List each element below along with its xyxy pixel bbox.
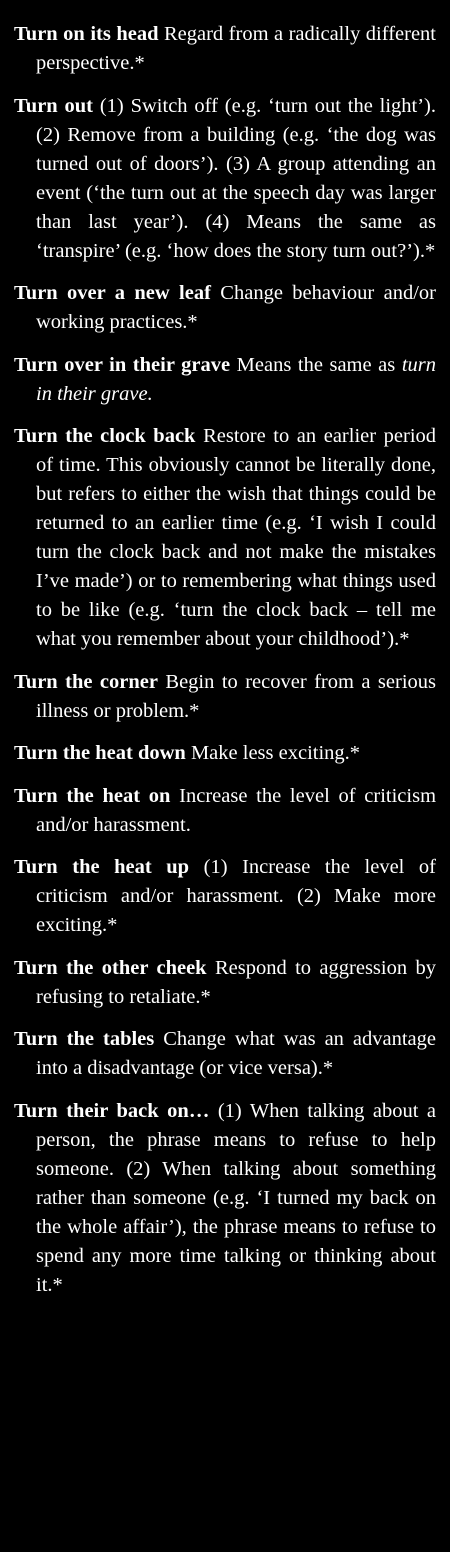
entry-term: Turn the heat down bbox=[14, 742, 186, 764]
entry-term: Turn the heat up bbox=[14, 856, 190, 878]
glossary-entry-turn-on-its-head: Turn on its head Regard from a radically… bbox=[14, 20, 436, 78]
entry-term: Turn over a new leaf bbox=[14, 282, 211, 304]
entry-definition: Make less exciting.* bbox=[190, 742, 361, 764]
glossary-entry-turn-the-tables: Turn the tables Change what was an advan… bbox=[14, 1025, 436, 1083]
entry-term: Turn the other cheek bbox=[14, 956, 207, 979]
entry-definition: (1) Switch off (e.g. ‘turn out the light… bbox=[36, 94, 437, 262]
glossary-entry-turn-the-corner: Turn the corner Begin to recover from a … bbox=[14, 668, 436, 726]
entry-term: Turn over in their grave bbox=[14, 353, 231, 376]
glossary-page: Turn on its head Regard from a radically… bbox=[14, 20, 436, 1313]
glossary-entry-turn-the-heat-up: Turn the heat up (1) Increase the level … bbox=[14, 853, 436, 940]
entry-term: Turn the tables bbox=[14, 1028, 155, 1050]
glossary-entry-turn-the-clock-back: Turn the clock back Restore to an earlie… bbox=[14, 422, 436, 654]
glossary-entry-turn-their-back-on: Turn their back on… (1) When talking abo… bbox=[14, 1097, 436, 1300]
entry-definition: Restore to an earlier period of time. Th… bbox=[36, 425, 437, 650]
entry-term: Turn out bbox=[14, 94, 94, 117]
entry-term: Turn on its head bbox=[14, 23, 159, 45]
glossary-entry-turn-over-a-new-leaf: Turn over a new leaf Change behaviour an… bbox=[14, 279, 436, 337]
entry-term: Turn the clock back bbox=[14, 425, 196, 447]
glossary-entry-turn-the-heat-down: Turn the heat down Make less exciting.* bbox=[14, 739, 436, 768]
entry-term: Turn the heat on bbox=[14, 784, 171, 807]
glossary-entry-turn-over-in-their-grave: Turn over in their grave Means the same … bbox=[14, 351, 436, 409]
entry-definition: (1) When talking about a person, the phr… bbox=[36, 1099, 437, 1296]
glossary-entry-turn-the-other-cheek: Turn the other cheek Respond to aggressi… bbox=[14, 954, 436, 1012]
glossary-entry-turn-out: Turn out (1) Switch off (e.g. ‘turn out … bbox=[14, 92, 436, 266]
entry-term: Turn their back on… bbox=[14, 1099, 210, 1122]
entry-definition: Means the same as bbox=[236, 353, 396, 376]
entry-term: Turn the corner bbox=[14, 670, 158, 693]
glossary-entry-turn-the-heat-on: Turn the heat on Increase the level of c… bbox=[14, 782, 436, 840]
